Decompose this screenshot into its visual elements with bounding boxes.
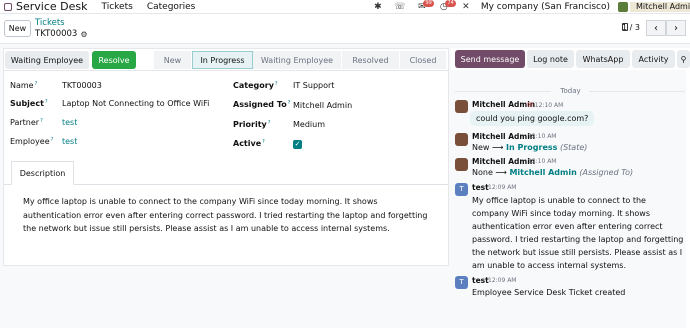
message-author[interactable]: Mitchell Admin — [472, 157, 535, 166]
app-name[interactable]: Service Desk — [16, 0, 88, 13]
description-text[interactable]: My office laptop is unable to connect to… — [23, 195, 433, 236]
activity-badge: 74 — [445, 0, 456, 7]
breadcrumb-tickets[interactable]: Tickets — [35, 18, 65, 28]
form-sheet: Name? TKT00003 Subject? Laptop Not Conne… — [3, 70, 449, 266]
phone-icon[interactable]: ☏ — [393, 1, 407, 13]
send-message-button[interactable]: Send message — [455, 50, 525, 68]
discuss-icon[interactable]: ✉ 99 — [415, 0, 434, 13]
priority-label: Priority? — [233, 120, 271, 129]
message-time: 12:10 AM — [528, 133, 557, 140]
priority-value[interactable]: Medium — [293, 120, 325, 129]
message-author[interactable]: test — [472, 183, 489, 192]
tracking-value-state: New ⟶ In Progress (State) — [472, 143, 588, 152]
message-time: 12:09 AM — [488, 184, 517, 191]
activity-button[interactable]: Activity — [632, 50, 675, 68]
user-avatar[interactable] — [618, 2, 628, 12]
log-note-button[interactable]: Log note — [527, 50, 574, 68]
message-body: My office laptop is unable to connect to… — [472, 196, 684, 270]
breadcrumb-current: TKT00003 ⚙ — [35, 29, 88, 39]
author-avatar[interactable] — [455, 133, 468, 146]
tracking-value-assigned: None ⟶ Mitchell Admin (Assigned To) — [472, 168, 634, 177]
stage-in-progress[interactable]: In Progress — [192, 51, 253, 69]
employee-label: Employee? — [10, 137, 54, 146]
discuss-badge: 99 — [423, 0, 434, 7]
pager-previous-button[interactable]: ‹ — [646, 20, 666, 36]
control-panel: New Tickets TKT00003 ⚙ 1 / 3 ‹ › — [0, 14, 690, 44]
stage-waiting-employee[interactable]: Waiting Employee — [253, 51, 342, 69]
new-button[interactable]: New — [4, 20, 31, 37]
message-author[interactable]: Mitchell Admin — [472, 100, 535, 109]
resolve-button[interactable]: Resolve — [92, 51, 136, 69]
employee-value[interactable]: test — [62, 137, 77, 146]
category-label: Category? — [233, 81, 278, 90]
partner-value[interactable]: test — [62, 118, 77, 127]
company-switcher[interactable]: My company (San Francisco) — [481, 2, 610, 12]
breadcrumb-current-label: TKT00003 — [35, 29, 78, 39]
active-checkbox[interactable]: ✓ — [293, 140, 302, 149]
category-value[interactable]: IT Support — [293, 81, 334, 90]
envelope-icon: ✉ — [527, 101, 533, 109]
active-label: Active? — [233, 139, 265, 148]
gear-icon[interactable]: ⚙ — [80, 30, 87, 39]
author-avatar[interactable]: T — [455, 183, 468, 196]
search-messages-icon[interactable]: ⚲ — [677, 50, 690, 68]
subject-label: Subject? — [10, 99, 48, 108]
message-bubble: could you ping google.com? — [470, 111, 595, 126]
menu-categories[interactable]: Categories — [147, 2, 196, 12]
user-menu[interactable]: Mitchell Admin — [630, 2, 690, 12]
stage-closed[interactable]: Closed — [400, 51, 447, 69]
assigned-to-value[interactable]: Mitchell Admin — [293, 101, 352, 110]
partner-label: Partner? — [10, 118, 43, 127]
author-avatar[interactable] — [455, 100, 468, 113]
assigned-to-label: Assigned To? — [233, 100, 291, 109]
chatter-thread: Today Mitchell Admin ✉ 12:10 AM could yo… — [451, 70, 690, 328]
whatsapp-button[interactable]: WhatsApp — [576, 50, 630, 68]
pager-value[interactable]: 1 / 3 — [622, 23, 640, 32]
top-navbar: Service Desk Tickets Categories ✱ ☏ ✉ 99 … — [0, 0, 690, 14]
chatter-scrollbar[interactable] — [686, 70, 690, 328]
waiting-employee-button[interactable]: Waiting Employee — [5, 51, 89, 69]
menu-tickets[interactable]: Tickets — [102, 2, 133, 12]
stage-pipeline: New In Progress Waiting Employee Resolve… — [154, 51, 447, 69]
message-author[interactable]: Mitchell Admin — [472, 132, 535, 141]
statusbar: Waiting Employee Resolve New In Progress… — [3, 48, 449, 70]
stage-resolved[interactable]: Resolved — [342, 51, 400, 69]
message-time: 12:09 AM — [488, 277, 517, 284]
message-time: 12:10 AM — [528, 158, 557, 165]
chatter-topbar: Send message Log note WhatsApp Activity … — [451, 48, 690, 70]
bug-icon[interactable]: ✱ — [371, 1, 385, 13]
message-body: Employee Service Desk Ticket created — [472, 288, 626, 297]
today-divider-right — [589, 91, 685, 92]
activity-clock-icon[interactable]: ◷ 74 — [437, 0, 456, 13]
subject-value[interactable]: Laptop Not Connecting to Office WiFi — [62, 99, 209, 108]
apps-menu-icon[interactable] — [2, 1, 14, 13]
pager-next-button[interactable]: › — [666, 20, 686, 36]
name-value[interactable]: TKT00003 — [62, 81, 102, 90]
stage-new[interactable]: New — [154, 51, 192, 69]
author-avatar[interactable]: T — [455, 276, 468, 289]
author-avatar[interactable] — [455, 158, 468, 171]
name-label: Name? — [10, 81, 38, 90]
tools-icon[interactable]: ✕ — [459, 1, 473, 13]
tab-description[interactable]: Description — [11, 161, 74, 185]
message-time: ✉ 12:10 AM — [527, 101, 564, 109]
message-author[interactable]: test — [472, 276, 489, 285]
